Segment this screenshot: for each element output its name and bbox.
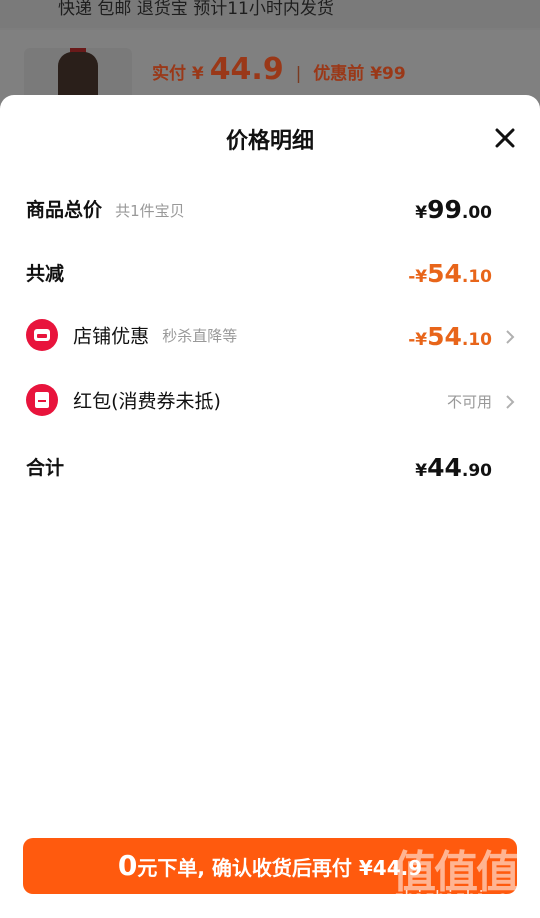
shipping-info: 快递 包邮 退货宝 预计11小时内发货 <box>0 0 540 28</box>
price-yen: ¥ <box>191 64 204 84</box>
total-price-sub: 共1件宝贝 <box>115 201 185 220</box>
original-price: ¥99 <box>370 64 406 84</box>
product-price: 实付 ¥ 44.9 | 优惠前 ¥99 <box>152 52 406 87</box>
reduction-label: 共减 <box>26 263 65 285</box>
order-button-label: 元下单, 确认收货后再付 ¥44.9 <box>137 856 423 880</box>
order-button[interactable]: 0元下单, 确认收货后再付 ¥44.9 <box>23 838 517 894</box>
store-discount-sub: 秒杀直降等 <box>162 326 238 345</box>
close-icon[interactable] <box>494 127 516 149</box>
red-packet-status: 不可用 <box>446 393 492 411</box>
shop-icon <box>26 319 58 351</box>
sum-label: 合计 <box>26 457 65 479</box>
price-detail-sheet: 价格明细 商品总价 共1件宝贝 ¥99.00 共减 -¥54.10 店铺优惠 秒… <box>0 95 540 918</box>
price-prefix: 实付 <box>152 64 186 84</box>
total-price-label: 商品总价 <box>26 199 103 221</box>
original-label: 优惠前 <box>313 64 365 84</box>
chevron-right-icon <box>506 330 515 344</box>
row-total-reduction: 共减 -¥54.10 <box>26 256 516 292</box>
red-packet-icon <box>26 384 58 416</box>
store-discount-amount: -¥54.10 <box>408 322 492 351</box>
row-total-price: 商品总价 共1件宝贝 ¥99.00 <box>26 192 516 228</box>
sum-amount: ¥44.90 <box>415 453 492 482</box>
order-button-zero: 0 <box>117 849 138 882</box>
sheet-title: 价格明细 <box>225 129 314 154</box>
total-price-amount: ¥99.00 <box>415 195 492 224</box>
chevron-right-icon <box>506 395 515 409</box>
reduction-amount: -¥54.10 <box>408 259 492 288</box>
row-sum: 合计 ¥44.90 <box>26 450 516 486</box>
price-separator: | <box>295 64 302 84</box>
price-value: 44.9 <box>209 52 284 87</box>
row-red-packet[interactable]: 红包(消费券未抵) 不可用 <box>26 384 516 420</box>
red-packet-label: 红包(消费券未抵) <box>73 390 221 413</box>
store-discount-label: 店铺优惠 <box>73 325 150 348</box>
row-store-discount[interactable]: 店铺优惠 秒杀直降等 -¥54.10 <box>26 319 516 355</box>
